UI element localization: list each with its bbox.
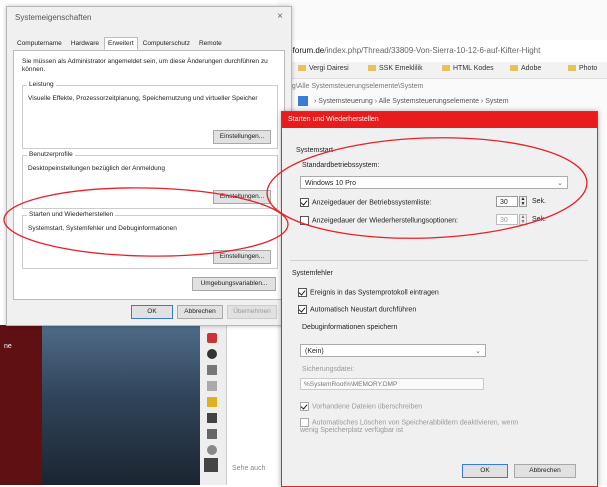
cancel-button[interactable]: Abbrechen xyxy=(177,305,223,319)
spinner-arrows-icon[interactable]: ▲ ▼ xyxy=(519,196,527,207)
overwrite-row[interactable]: Vorhandene Dateien überschreiben xyxy=(300,402,422,411)
systemstart-label: Systemstart xyxy=(296,147,333,154)
overwrite-checkbox[interactable] xyxy=(300,402,309,411)
dialog-title: Systemeigenschaften xyxy=(15,13,92,22)
debug-info-select[interactable]: (Kein) ⌄ xyxy=(300,344,486,357)
back-icon[interactable] xyxy=(298,96,308,106)
dumpfile-label: Sicherungsdatei: xyxy=(302,366,355,373)
divider xyxy=(290,260,588,261)
app-icon[interactable] xyxy=(207,333,217,343)
tab-computerschutz[interactable]: Computerschutz xyxy=(139,37,194,50)
overwrite-label: Vorhandene Dateien überschreiben xyxy=(312,403,423,411)
chevron-down-icon: ⌄ xyxy=(475,348,481,355)
group-description: Desktopeinstellungen bezüglich der Anmel… xyxy=(28,165,165,172)
unit-label: Sek. xyxy=(532,216,547,223)
tab-panel: Sie müssen als Administrator angemeldet … xyxy=(13,50,285,300)
environment-variables-button[interactable]: Umgebungsvariablen... xyxy=(192,277,276,291)
group-description: Systemstart, Systemfehler und Debuginfor… xyxy=(28,225,177,232)
cancel-button[interactable]: Abbrechen xyxy=(514,464,576,478)
show-list-seconds-input[interactable]: 30 xyxy=(496,196,518,207)
log-event-label: Ereignis in das Systemprotokoll eintrage… xyxy=(310,289,439,297)
group-label: Leistung xyxy=(27,81,56,88)
startup-recovery-dialog: Starten und Wiederherstellen Systemstart… xyxy=(281,111,598,487)
settings-icon[interactable] xyxy=(207,381,217,391)
explorer-path: ng\Alle Systemsteuerungselemente\System xyxy=(288,83,424,90)
chevron-down-icon: ⌄ xyxy=(557,180,563,187)
close-icon[interactable]: × xyxy=(277,11,283,22)
auto-delete-label: Automatisches Löschen von Speicherabbild… xyxy=(300,419,519,435)
show-recovery-label: Anzeigedauer der Wiederherstellungsoptio… xyxy=(312,217,458,225)
thumbnail-square xyxy=(204,458,218,472)
panel-label: ne xyxy=(4,343,12,350)
show-recovery-seconds-input[interactable]: 30 xyxy=(496,214,518,225)
systemfehler-label: Systemfehler xyxy=(292,270,333,277)
show-list-row[interactable]: Anzeigedauer der Betriebssystemliste: xyxy=(300,198,431,207)
auto-delete-checkbox[interactable] xyxy=(300,418,309,427)
address-bar[interactable]: -forum.de/index.php/Thread/33809-Von-Sie… xyxy=(278,40,607,63)
profile-settings-button[interactable]: Einstellungen... xyxy=(213,190,271,204)
log-event-row[interactable]: Ereignis in das Systemprotokoll eintrage… xyxy=(298,288,439,297)
auto-restart-label: Automatisch Neustart durchführen xyxy=(310,306,417,314)
system-properties-dialog: Systemeigenschaften × Computername Hardwa… xyxy=(6,6,292,326)
admin-note: Sie müssen als Administrator angemeldet … xyxy=(22,58,268,73)
download-icon[interactable] xyxy=(207,429,217,439)
auto-restart-checkbox[interactable] xyxy=(298,305,307,314)
debug-info-value: (Kein) xyxy=(305,348,324,355)
auto-restart-row[interactable]: Automatisch Neustart durchführen xyxy=(298,305,416,314)
breadcrumb: › Systemsteuerung › Alle Systemsteuerung… xyxy=(314,98,509,105)
folder-icon xyxy=(510,65,518,72)
show-list-checkbox[interactable] xyxy=(300,198,309,207)
dialog-title: Starten und Wiederherstellen xyxy=(288,116,379,123)
ok-button[interactable]: OK xyxy=(131,305,173,319)
startup-settings-button[interactable]: Einstellungen... xyxy=(213,250,271,264)
group-benutzerprofile: Benutzerprofile Desktopeinstellungen bez… xyxy=(22,151,278,209)
ok-button[interactable]: OK xyxy=(462,464,508,478)
landscape-image xyxy=(42,325,200,485)
folder-icon xyxy=(442,65,450,72)
debug-info-label: Debuginformationen speichern xyxy=(302,324,398,331)
group-description: Visuelle Effekte, Prozessorzeitplanung, … xyxy=(28,95,258,102)
mountain-icon[interactable] xyxy=(207,413,217,423)
person-icon[interactable] xyxy=(207,349,217,359)
group-label: Starten und Wiederherstellen xyxy=(27,211,116,218)
background-image-panel: ne xyxy=(0,325,200,485)
show-list-label: Anzeigedauer der Betriebssystemliste: xyxy=(312,199,432,207)
show-recovery-checkbox[interactable] xyxy=(300,216,309,225)
group-starten-wiederherstellen: Starten und Wiederherstellen Systemstart… xyxy=(22,211,278,269)
dumpfile-input[interactable]: %SystemRoot%\MEMORY.DMP xyxy=(300,378,484,390)
apply-button[interactable]: Übernehmen xyxy=(227,305,277,319)
tab-erweitert[interactable]: Erweitert xyxy=(104,37,138,50)
tab-bar: Computername Hardware Erweitert Computersch… xyxy=(13,37,227,50)
bookmark-item[interactable]: HTML Kodes xyxy=(442,65,494,72)
default-os-value: Windows 10 Pro xyxy=(305,180,356,187)
default-os-select[interactable]: Windows 10 Pro ⌄ xyxy=(300,176,568,189)
default-os-label: Standardbetriebssystem: xyxy=(302,162,380,169)
tab-hardware[interactable]: Hardware xyxy=(67,37,103,50)
bookmark-item[interactable]: Adobe xyxy=(510,65,541,72)
bookmark-item[interactable]: SSK Emeklilik xyxy=(368,65,423,72)
spinner-arrows-icon[interactable]: ▲ ▼ xyxy=(519,214,527,225)
folder-icon xyxy=(568,65,576,72)
chevron-down-icon[interactable] xyxy=(207,445,217,455)
bookmark-item[interactable]: Photo xyxy=(568,65,597,72)
group-leistung: Leistung Visuelle Effekte, Prozessorzeit… xyxy=(22,81,278,149)
document-icon[interactable] xyxy=(207,365,217,375)
bookmarks-bar: Vergi Dairesi SSK Emeklilik HTML Kodes A… xyxy=(278,62,607,79)
bookmark-item[interactable]: Vergi Dairesi xyxy=(298,65,349,72)
leistung-settings-button[interactable]: Einstellungen... xyxy=(213,130,271,144)
tab-computername[interactable]: Computername xyxy=(13,37,66,50)
log-event-checkbox[interactable] xyxy=(298,288,307,297)
folder-icon[interactable] xyxy=(207,397,217,407)
page-text: Sehe auch xyxy=(232,465,266,472)
show-recovery-row[interactable]: Anzeigedauer der Wiederherstellungsoptio… xyxy=(300,216,458,225)
folder-icon xyxy=(368,65,376,72)
tab-remote[interactable]: Remote xyxy=(195,37,226,50)
folder-icon xyxy=(298,65,306,72)
unit-label: Sek. xyxy=(532,198,547,205)
auto-delete-row[interactable]: Automatisches Löschen von Speicherabbild… xyxy=(300,418,530,435)
group-label: Benutzerprofile xyxy=(27,151,75,158)
address-url[interactable]: -forum.de/index.php/Thread/33809-Von-Sie… xyxy=(290,46,540,55)
